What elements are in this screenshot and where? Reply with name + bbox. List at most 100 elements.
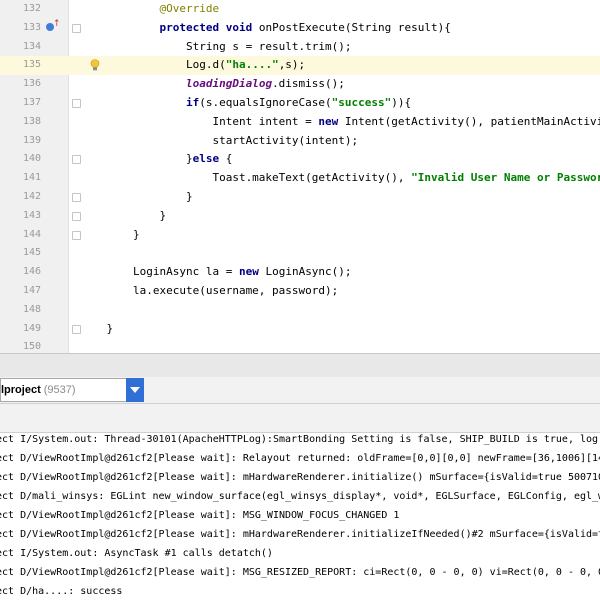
line-number: 147 [22,285,41,296]
code-line[interactable]: 139 startActivity(intent); [0,132,600,151]
line-number: 141 [22,172,41,184]
code-token: String s = result.trim(); [80,39,352,53]
log-line[interactable]: ect D/ha....: success [0,582,122,601]
code-token: new [318,114,345,128]
code-text: } [80,188,193,207]
code-line[interactable]: 148 [0,301,600,320]
code-line[interactable]: 144 } [0,226,600,245]
code-line[interactable]: 136 loadingDialog.dismiss(); [0,75,600,94]
code-text: @Override [80,0,219,19]
code-token: Intent intent = [80,114,319,128]
process-selector[interactable]: lproject (9537) [0,378,128,402]
code-text: String s = result.trim(); [80,38,352,57]
code-line[interactable]: 147 la.execute(username, password); [0,282,600,301]
code-token: } [80,208,167,222]
code-token: "ha...." [225,58,279,72]
code-token: { [225,152,233,166]
code-line[interactable]: 143 } [0,207,600,226]
code-token: LoginAsync(); [265,265,352,279]
code-text: Toast.makeText(getActivity(), "Invalid U… [80,169,600,188]
code-text: if(s.equalsIgnoreCase("success")){ [80,94,411,113]
code-text: LoginAsync la = new LoginAsync(); [80,263,352,282]
process-dropdown-button[interactable] [126,378,144,402]
panel-divider[interactable] [0,353,600,378]
logcat-toolbar: lproject (9537) [0,377,600,404]
line-number: 142 [22,191,41,202]
line-number: 133 [22,21,41,33]
code-token: startActivity(intent); [80,133,359,147]
code-token: loadingDialog [185,77,273,91]
code-text: startActivity(intent); [80,132,358,151]
log-line[interactable]: ect D/ViewRootImpl@d261cf2[Please wait]:… [0,506,399,525]
code-token: } [80,152,193,166]
logcat-output[interactable]: ect I/System.out: Thread-30101(ApacheHTT… [0,433,600,601]
log-line[interactable]: ect D/ViewRootImpl@d261cf2[Please wait]:… [0,468,600,487]
line-number: 136 [22,78,41,90]
log-line[interactable]: ect D/ViewRootImpl@d261cf2[Please wait]:… [0,449,600,468]
code-token: la.execute(username, password); [80,284,339,297]
line-number: 134 [22,40,41,52]
code-token: Log.d( [80,58,226,72]
code-line[interactable]: 132 @Override [0,0,600,19]
code-token: Toast.makeText(getActivity(), [80,171,412,185]
code-line[interactable]: 142 } [0,188,600,207]
code-line[interactable]: 150 [0,338,600,353]
line-number: 139 [22,134,41,146]
log-line[interactable]: ect D/ViewRootImpl@d261cf2[Please wait]:… [0,525,600,544]
line-number: 149 [22,322,41,334]
code-token: (s.equalsIgnoreCase( [199,96,332,109]
chevron-down-icon [130,387,140,393]
log-line[interactable]: ect D/ViewRootImpl@d261cf2[Please wait]:… [0,563,600,582]
logcat-filter-bar [0,404,600,433]
log-line[interactable]: ect I/System.out: Thread-30101(ApacheHTT… [0,433,598,449]
line-number: 135 [22,59,41,71]
code-token: )){ [391,96,412,109]
line-number: 132 [22,3,41,14]
code-line[interactable]: 133 ↑ protected void onPostExecute(String… [0,19,600,38]
code-line[interactable]: 137 if(s.equalsIgnoreCase("success")){ [0,94,600,113]
code-token: @Override [159,2,220,15]
code-line[interactable]: 138 Intent intent = new Intent(getActivi… [0,113,600,132]
line-number: 138 [22,115,41,127]
code-text: loadingDialog.dismiss(); [80,75,345,94]
line-number: 143 [22,209,41,221]
code-token: "Invalid User Name or Password" [411,171,600,185]
log-line[interactable]: ect I/System.out: AsyncTask #1 calls det… [0,544,273,563]
code-token: ,s); [278,58,306,72]
code-line[interactable]: 135 Log.d("ha....",s); [0,56,600,76]
line-number: 148 [22,303,41,315]
code-text: protected void onPostExecute(String resu… [80,19,451,38]
log-line[interactable]: ect D/mali_winsys: EGLint new_window_sur… [0,487,600,506]
code-token: "success" [331,96,392,109]
code-token: onPostExecute(String result){ [258,20,451,34]
code-token: protected void [159,20,259,34]
override-arrow-icon: ↑ [53,18,61,29]
code-line[interactable]: 134 String s = result.trim(); [0,38,600,57]
code-text: la.execute(username, password); [80,282,338,301]
code-editor[interactable]: 132 @Override 133 ↑ protected void onPostE… [0,0,600,353]
line-number: 146 [22,266,41,278]
code-line[interactable]: 140 }else { [0,150,600,169]
code-text: } [80,320,113,339]
code-line[interactable]: 145 [0,244,600,263]
code-token: if [185,96,200,109]
code-line[interactable]: 149 } [0,320,600,339]
line-number: 144 [22,228,41,240]
code-text: } [80,226,140,245]
code-line[interactable]: 141 Toast.makeText(getActivity(), "Inval… [0,169,600,188]
code-text: } [80,207,166,226]
line-number: 145 [22,247,41,259]
code-text: Intent intent = new Intent(getActivity()… [80,113,600,132]
process-pid: (9537) [43,384,76,396]
code-line[interactable]: 146 LoginAsync la = new LoginAsync(); [0,263,600,282]
code-token: else [192,152,226,166]
code-token: Intent(getActivity(), patientMainActivit… [344,114,600,128]
line-number: 140 [22,153,41,165]
code-token: .dismiss(); [272,77,345,91]
line-number: 137 [22,97,41,108]
line-number: 150 [22,341,41,353]
